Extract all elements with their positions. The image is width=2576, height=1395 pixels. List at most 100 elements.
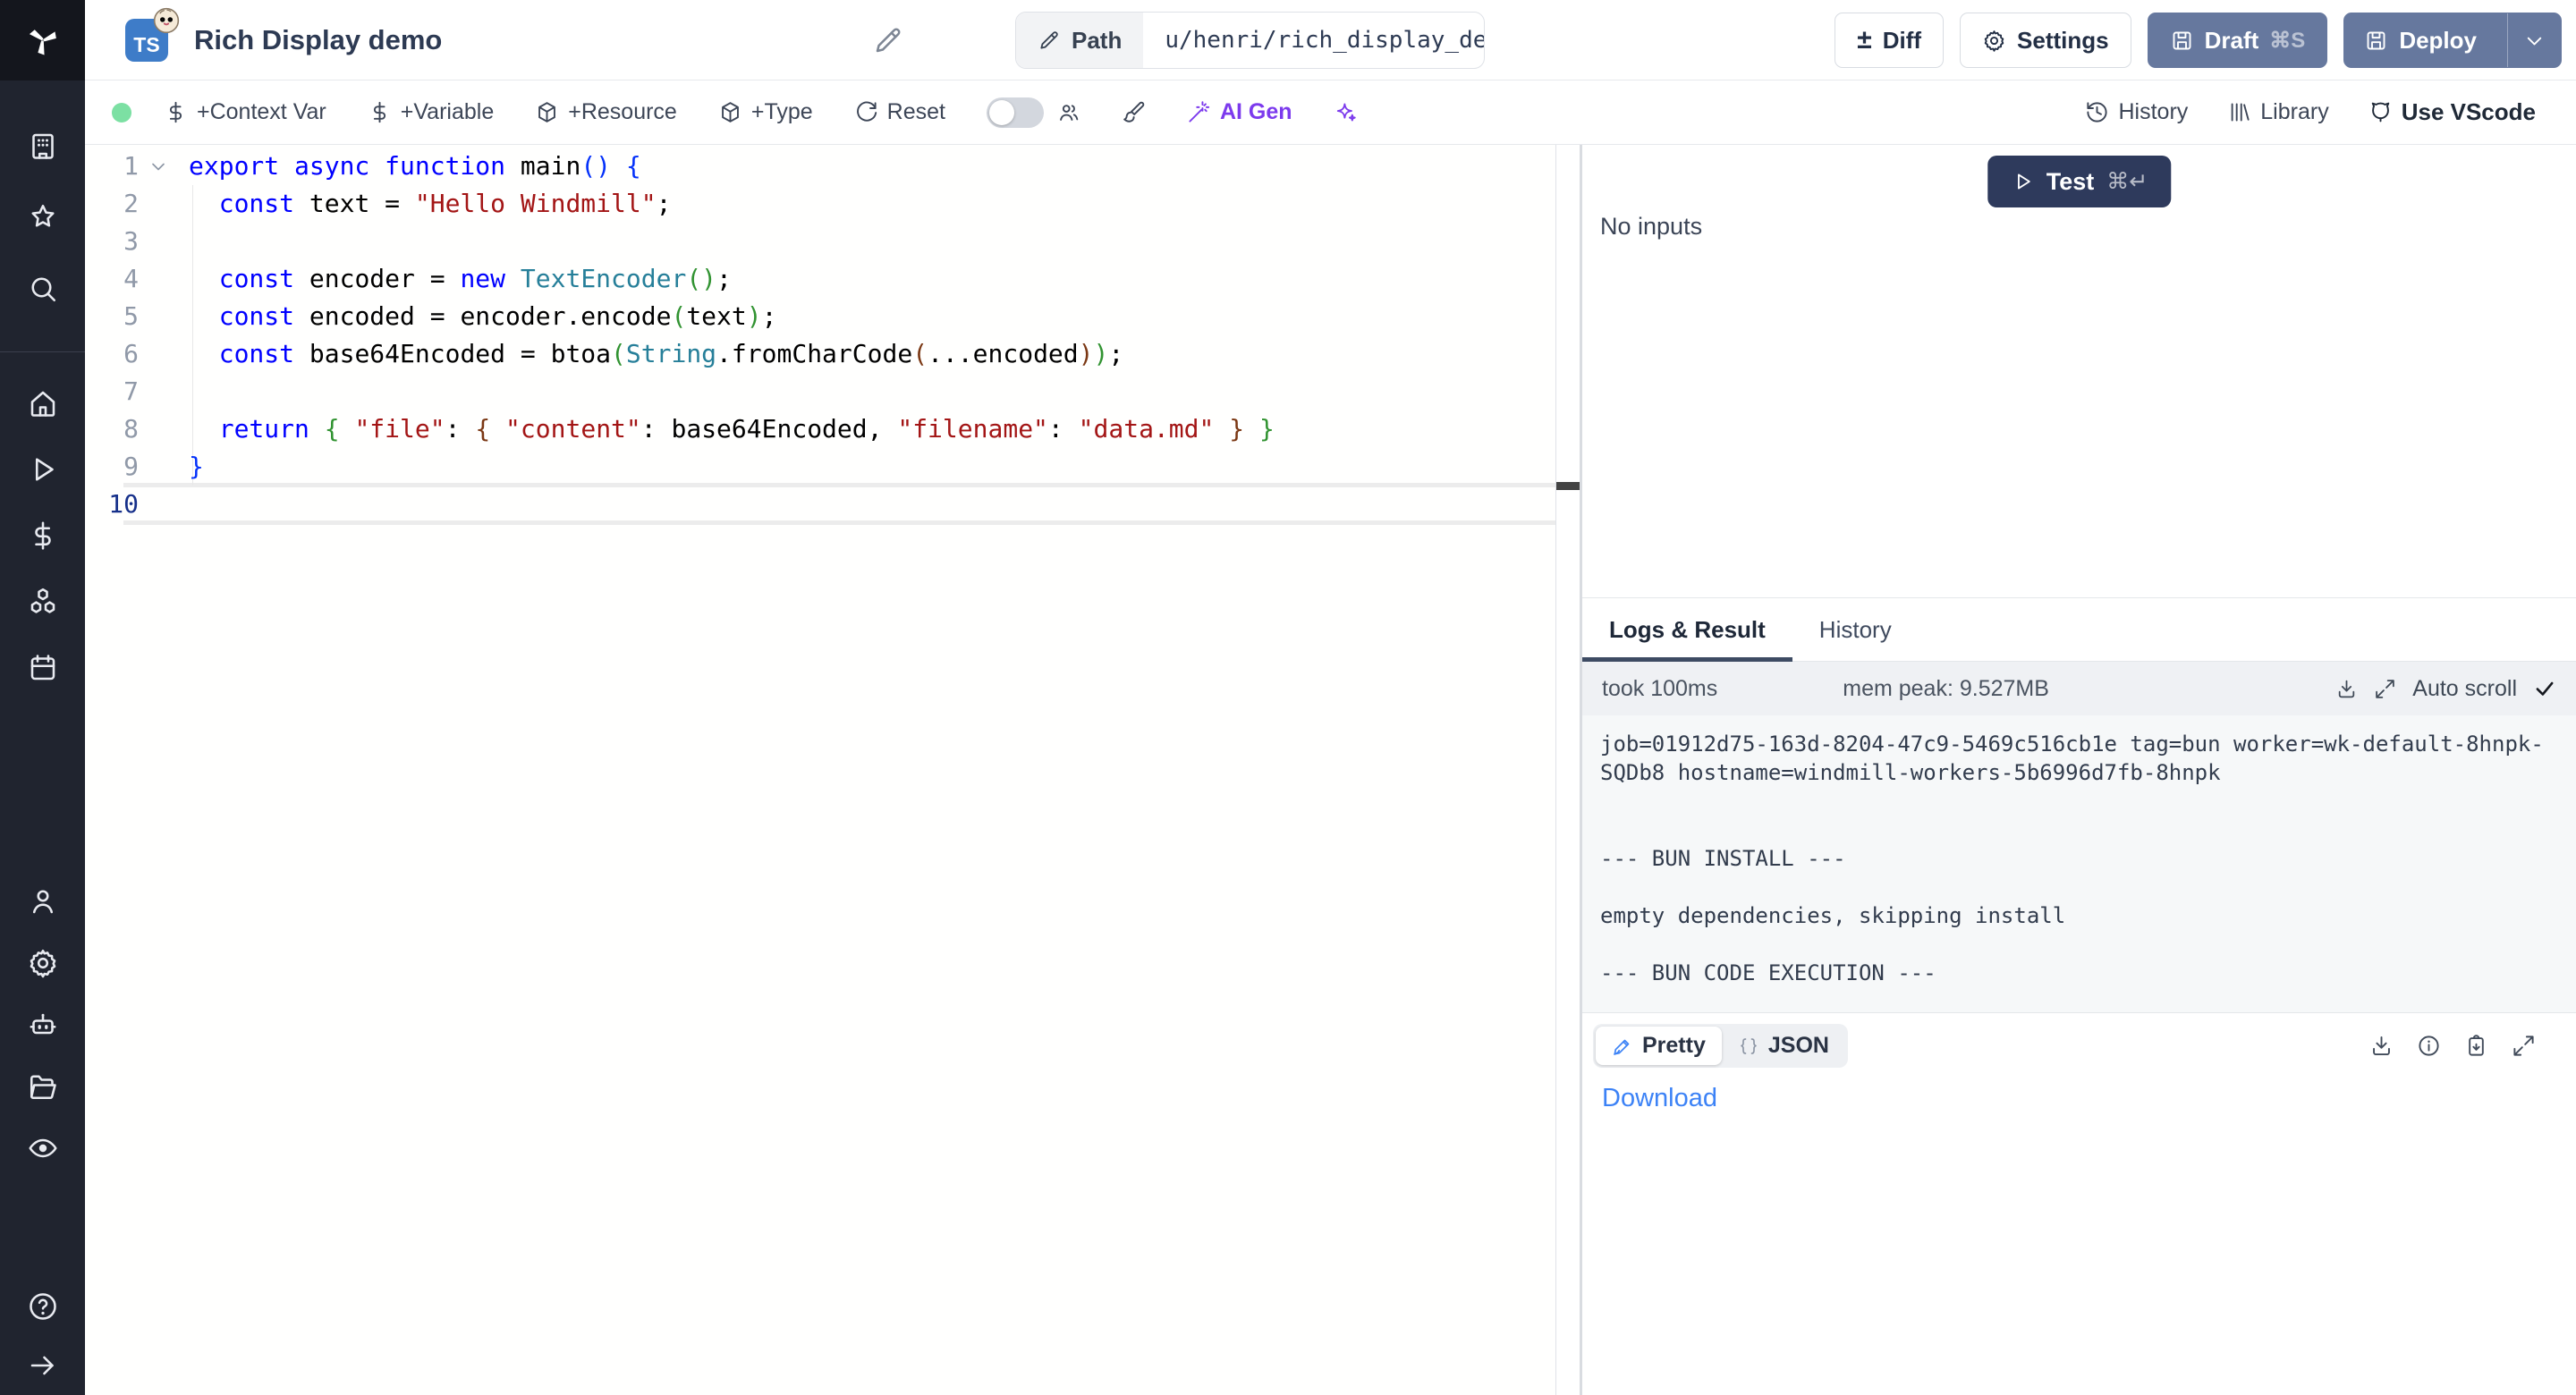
- log-line: job=01912d75-163d-8204-47c9-5469c516cb1e…: [1600, 730, 2558, 758]
- history-button[interactable]: History: [2085, 99, 2188, 125]
- folder-open-icon: [27, 1070, 59, 1103]
- line-number[interactable]: 5: [85, 298, 139, 335]
- format-button[interactable]: [1122, 100, 1146, 124]
- add-context-var-button[interactable]: +Context Var: [164, 99, 326, 125]
- add-variable-button[interactable]: +Variable: [368, 99, 494, 125]
- library-label: Library: [2260, 99, 2328, 125]
- code-line[interactable]: [189, 373, 1555, 410]
- toggle-knob: [989, 100, 1014, 125]
- results-section: Logs & Result History took 100ms mem pea…: [1582, 597, 2576, 1395]
- test-button[interactable]: Test ⌘↵: [1987, 156, 2171, 207]
- pretty-tab[interactable]: Pretty: [1596, 1027, 1722, 1065]
- log-line: empty dependencies, skipping install: [1600, 901, 2558, 930]
- draft-button[interactable]: Draft ⌘S: [2148, 13, 2328, 68]
- code-line[interactable]: const base64Encoded = btoa(String.fromCh…: [189, 335, 1555, 373]
- sidebar-item-home[interactable]: [0, 370, 85, 436]
- deploy-button[interactable]: Deploy: [2343, 13, 2562, 68]
- code-lines[interactable]: export async function main() { const tex…: [189, 148, 1555, 523]
- expand-result-icon[interactable]: [2512, 1034, 2536, 1058]
- line-number[interactable]: 8: [85, 410, 139, 448]
- run-meta-bar: took 100ms mem peak: 9.527MB Auto scroll: [1582, 662, 2576, 715]
- line-number[interactable]: 1: [85, 148, 139, 185]
- json-tab[interactable]: JSON: [1722, 1027, 1845, 1065]
- info-icon[interactable]: [2417, 1034, 2441, 1058]
- log-line: [1600, 930, 2558, 959]
- download-logs-icon[interactable]: [2335, 678, 2358, 700]
- sidebar-item-folders[interactable]: [0, 1055, 85, 1117]
- history-label: History: [2118, 99, 2188, 125]
- building-icon: [27, 130, 59, 162]
- tab-history[interactable]: History: [1792, 598, 1919, 661]
- path-field[interactable]: Path u/henri/rich_display_demo: [1015, 12, 1485, 69]
- dollar-icon: [368, 100, 392, 124]
- settings-button[interactable]: Settings: [1960, 13, 2131, 68]
- ai-gen-button[interactable]: AI Gen: [1187, 99, 1292, 125]
- sidebar-item-help[interactable]: [0, 1277, 85, 1336]
- code-line[interactable]: const encoded = encoder.encode(text);: [189, 298, 1555, 335]
- line-number[interactable]: 10: [85, 486, 139, 523]
- code-line[interactable]: return { "file": { "content": base64Enco…: [189, 410, 1555, 448]
- header-actions: ± Diff Settings Draft ⌘S Deploy: [1835, 13, 2562, 68]
- sidebar-item-search[interactable]: [0, 253, 85, 325]
- diff-button[interactable]: ± Diff: [1835, 13, 1944, 68]
- sidebar-item-users[interactable]: [0, 870, 85, 932]
- sidebar-item-expand[interactable]: [0, 1336, 85, 1395]
- sidebar-item-runs[interactable]: [0, 436, 85, 503]
- copy-icon[interactable]: [2464, 1034, 2488, 1058]
- library-button[interactable]: Library: [2227, 99, 2328, 125]
- log-output[interactable]: job=01912d75-163d-8204-47c9-5469c516cb1e…: [1582, 715, 2576, 1012]
- sidebar-item-schedules[interactable]: [0, 635, 85, 701]
- fold-chevron-icon[interactable]: [148, 148, 169, 185]
- overview-ruler[interactable]: [1555, 145, 1580, 1395]
- robot-icon: [27, 1009, 59, 1041]
- no-inputs-text: No inputs: [1600, 213, 1702, 241]
- dollar-icon: [164, 100, 188, 124]
- collaborators-button[interactable]: [1056, 100, 1080, 124]
- add-type-button[interactable]: +Type: [718, 99, 813, 125]
- code-line[interactable]: const encoder = new TextEncoder();: [189, 260, 1555, 298]
- run-duration: took 100ms: [1602, 676, 1717, 702]
- windmill-logo[interactable]: [0, 0, 85, 80]
- gear-icon: [27, 947, 59, 979]
- collab-toggle[interactable]: [987, 97, 1044, 128]
- sidebar-item-favorites[interactable]: [0, 182, 85, 253]
- sidebar-item-variables[interactable]: [0, 503, 85, 569]
- code-line[interactable]: const text = "Hello Windmill";: [189, 185, 1555, 223]
- line-number[interactable]: 2: [85, 185, 139, 223]
- download-result-icon[interactable]: [2369, 1034, 2394, 1058]
- code-line[interactable]: }: [189, 448, 1555, 486]
- package-icon: [718, 100, 742, 124]
- use-vscode-button[interactable]: Use VScode: [2368, 98, 2536, 126]
- type-label: +Type: [751, 99, 813, 125]
- json-label: JSON: [1768, 1033, 1829, 1059]
- line-number[interactable]: 9: [85, 448, 139, 486]
- line-number[interactable]: 7: [85, 373, 139, 410]
- line-number[interactable]: 3: [85, 223, 139, 260]
- history-icon: [2085, 100, 2109, 124]
- log-line: [1600, 787, 2558, 816]
- add-resource-button[interactable]: +Resource: [535, 99, 677, 125]
- line-number[interactable]: 6: [85, 335, 139, 373]
- line-number[interactable]: 4: [85, 260, 139, 298]
- expand-logs-icon[interactable]: [2374, 678, 2396, 700]
- eye-icon: [27, 1132, 59, 1164]
- tab-logs-result[interactable]: Logs & Result: [1582, 598, 1792, 661]
- sidebar-item-settings[interactable]: [0, 932, 85, 993]
- code-line[interactable]: [189, 223, 1555, 260]
- check-icon[interactable]: [2533, 677, 2556, 700]
- save-icon: [2170, 29, 2194, 53]
- save-icon: [2364, 29, 2388, 53]
- deploy-dropdown[interactable]: [2507, 13, 2561, 67]
- code-editor[interactable]: 12345678910 export async function main()…: [85, 145, 1555, 1395]
- code-line[interactable]: [189, 486, 1555, 523]
- sidebar-item-workspace[interactable]: [0, 110, 85, 182]
- download-file-link[interactable]: Download: [1602, 1084, 1717, 1113]
- sidebar-item-workers[interactable]: [0, 993, 85, 1055]
- code-line[interactable]: export async function main() {: [189, 148, 1555, 185]
- ai-sparkles-button[interactable]: [1334, 100, 1358, 124]
- sidebar-item-audit[interactable]: [0, 1117, 85, 1179]
- edit-summary-pencil-icon[interactable]: [872, 24, 904, 56]
- sidebar-divider: [0, 351, 85, 352]
- reset-button[interactable]: Reset: [854, 99, 945, 125]
- sidebar-item-resources[interactable]: [0, 569, 85, 635]
